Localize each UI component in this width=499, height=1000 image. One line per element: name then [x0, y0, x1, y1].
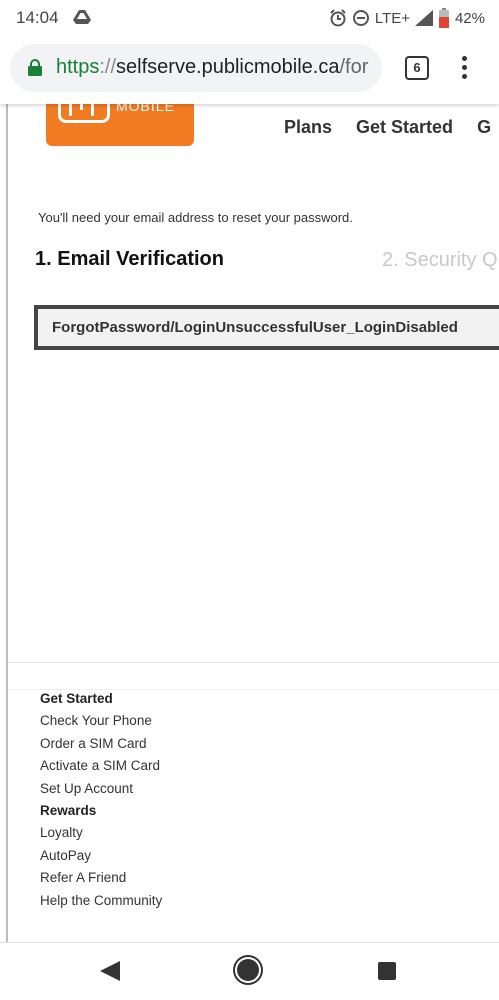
back-icon[interactable] — [100, 961, 120, 981]
url-bar[interactable]: https://selfserve.publicmobile.ca/for — [10, 44, 382, 92]
nav-get-started[interactable]: Get Started — [356, 117, 453, 137]
footer-heading-rewards: Rewards — [40, 803, 97, 819]
footer-link-check-phone[interactable]: Check Your Phone — [40, 710, 162, 732]
step-email-verification: 1. Email Verification — [35, 248, 224, 270]
drive-icon — [73, 10, 91, 24]
footer-link-order-sim[interactable]: Order a SIM Card — [40, 733, 162, 755]
android-nav-bar — [0, 942, 499, 1000]
browser-toolbar: https://selfserve.publicmobile.ca/for 6 — [0, 36, 499, 104]
web-page: MOBILE Plans Get Started G You'll need you… — [6, 104, 499, 942]
url-scheme: https — [56, 56, 100, 78]
url-text[interactable]: https://selfserve.publicmobile.ca/for — [56, 56, 368, 79]
nav-item-3[interactable]: G — [477, 117, 491, 137]
footer-heading-get-started: Get Started — [40, 691, 113, 706]
network-type: LTE+ — [374, 9, 410, 27]
status-bar: 14:04 LTE+ 42% — [0, 0, 499, 36]
url-host: selfserve.publicmobile.ca — [116, 56, 340, 78]
public-mobile-logo[interactable]: MOBILE — [46, 104, 194, 146]
error-message: ForgotPassword/LoginUnsuccessfulUser_Log… — [52, 319, 458, 336]
footer-link-activate-sim[interactable]: Activate a SIM Card — [40, 755, 162, 777]
reset-helper-text: You'll need your email address to reset … — [38, 210, 353, 225]
error-message-box: ForgotPassword/LoginUnsuccessfulUser_Log… — [34, 305, 499, 350]
footer-divider — [8, 662, 499, 691]
lock-icon — [28, 59, 42, 76]
battery-percent: 42% — [454, 9, 485, 27]
overflow-menu-icon[interactable] — [458, 54, 470, 82]
status-time: 14:04 — [16, 8, 59, 27]
alarm-icon — [330, 9, 346, 27]
logo-text: MOBILE — [116, 104, 175, 114]
footer-link-loyalty[interactable]: Loyalty — [40, 822, 162, 844]
recent-apps-icon[interactable] — [378, 962, 396, 980]
footer-link-autopay[interactable]: AutoPay — [40, 845, 162, 867]
nav-plans[interactable]: Plans — [284, 117, 332, 137]
logo-mark-icon — [58, 104, 110, 123]
status-right: LTE+ 42% — [329, 6, 485, 30]
footer-link-refer-friend[interactable]: Refer A Friend — [40, 867, 162, 889]
url-path: /for — [339, 56, 369, 78]
url-separator: :// — [99, 56, 117, 78]
footer-link-help-community[interactable]: Help the Community — [40, 890, 162, 912]
signal-icon — [414, 10, 433, 26]
home-icon[interactable] — [237, 959, 259, 981]
footer-link-setup-account[interactable]: Set Up Account — [40, 778, 162, 800]
step-security-questions: 2. Security Qu — [382, 249, 499, 271]
do-not-disturb-icon — [352, 10, 369, 26]
site-nav: Plans Get Started G — [284, 117, 499, 138]
battery-icon — [438, 8, 449, 28]
tab-switcher-button[interactable]: 6 — [405, 56, 429, 80]
site-footer: Get Started Check Your Phone Order a SIM… — [40, 688, 162, 912]
